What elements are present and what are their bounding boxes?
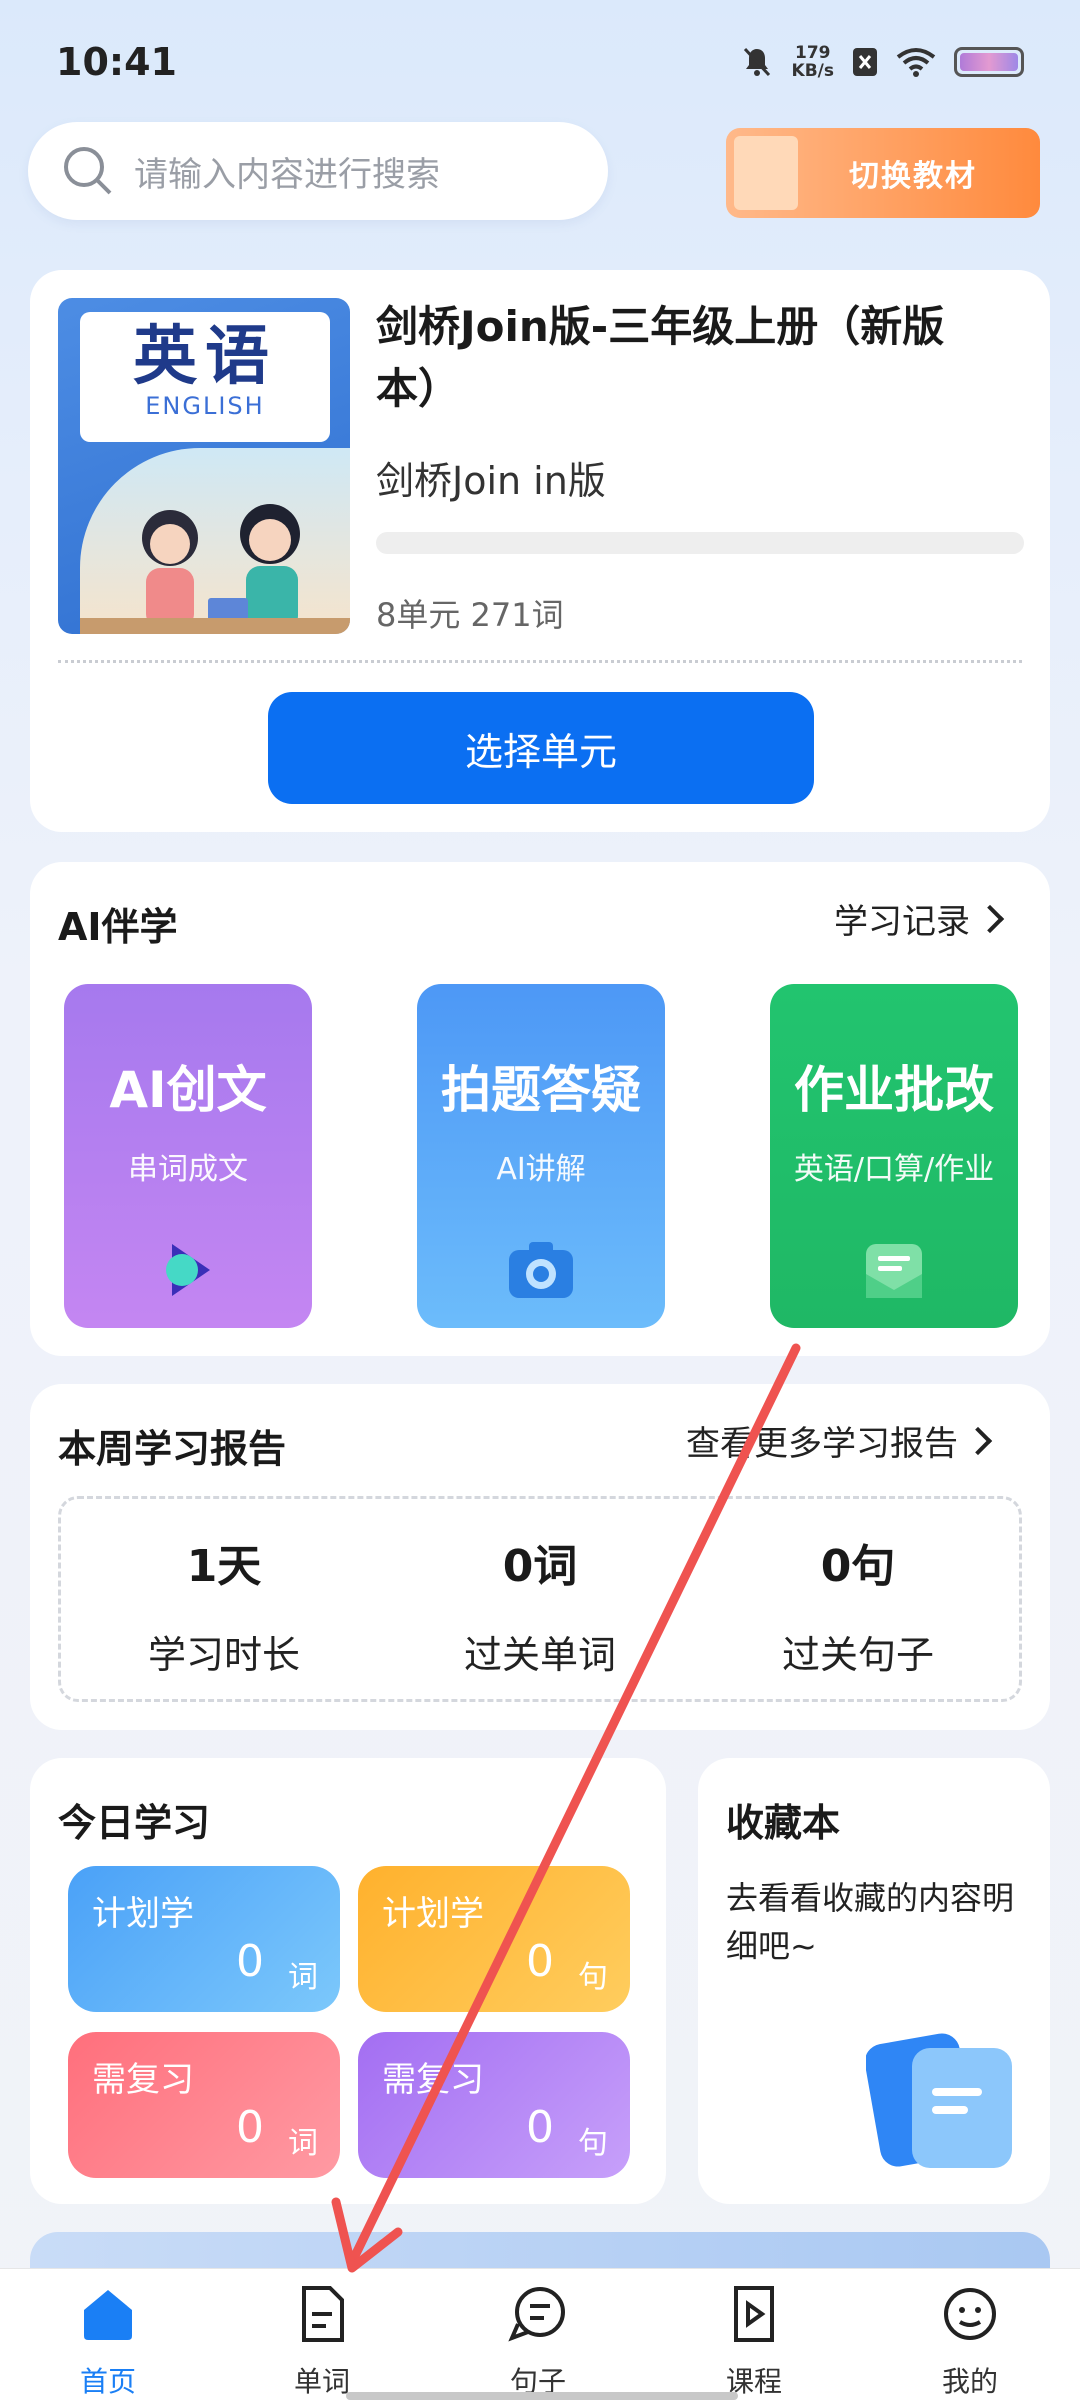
review-sentences-tile[interactable]: 需复习 0 句 [358, 2032, 630, 2178]
battery-icon [954, 47, 1024, 77]
document-icon [302, 2286, 344, 2342]
textbook-title: 剑桥Join版-三年级上册（新版本） [376, 302, 945, 413]
homework-grading-card[interactable]: 作业批改 英语/口算/作业 [770, 984, 1018, 1328]
status-icons: 179 KB/s [740, 44, 1024, 80]
stat-study-time: 1天 学习时长 [147, 1541, 300, 1677]
textbook-icon [734, 136, 798, 210]
plan-sentences-tile[interactable]: 计划学 0 句 [358, 1866, 630, 2012]
tab-profile[interactable]: 我的 [910, 2284, 1030, 2400]
study-record-link[interactable]: 学习记录 [834, 894, 1005, 943]
tab-courses[interactable]: 课程 [694, 2284, 814, 2400]
switch-textbook-button[interactable]: 切换教材 [726, 128, 1040, 218]
textbook-progress-bar [376, 532, 1024, 554]
face-icon [944, 2288, 996, 2340]
photo-question-card[interactable]: 拍题答疑 AI讲解 [417, 984, 665, 1328]
divider [58, 660, 1022, 663]
compose-logo-icon [166, 1244, 210, 1296]
search-input[interactable]: 请输入内容进行搜索 [28, 122, 608, 220]
ai-compose-card[interactable]: AI创文 串词成文 [64, 984, 312, 1328]
status-time: 10:41 [56, 40, 177, 84]
mute-bell-icon [743, 47, 770, 77]
tab-sentences[interactable]: 句子 [478, 2284, 598, 2400]
ai-section-title: AI伴学 [58, 905, 178, 949]
more-reports-link[interactable]: 查看更多学习报告 [686, 1416, 993, 1465]
network-speed: 179 KB/s [791, 43, 834, 81]
home-icon [84, 2290, 132, 2340]
weekly-report-title: 本周学习报告 [58, 1418, 324, 1473]
sim-icon [853, 48, 877, 76]
favorites-desc: 去看看收藏的内容明细吧~ [726, 1879, 1015, 1965]
chat-bubble-icon [508, 2287, 565, 2342]
envelope-icon [866, 1244, 922, 1298]
textbook-counts: 8单元 271词 [376, 596, 564, 634]
review-words-tile[interactable]: 需复习 0 词 [68, 2032, 340, 2178]
chevron-right-icon [975, 904, 1005, 933]
camera-icon [509, 1242, 573, 1298]
home-indicator [346, 2392, 738, 2400]
favorites-title: 收藏本 [726, 1801, 841, 1845]
plan-words-tile[interactable]: 计划学 0 词 [68, 1866, 340, 2012]
stat-passed-sentences: 0句 过关句子 [781, 1541, 934, 1677]
play-doc-icon [734, 2286, 774, 2342]
tab-home[interactable]: 首页 [48, 2284, 168, 2400]
chevron-right-icon [963, 1426, 993, 1455]
search-placeholder: 请输入内容进行搜索 [134, 154, 440, 195]
select-unit-button[interactable]: 选择单元 [268, 692, 814, 804]
wifi-icon [896, 48, 936, 77]
stat-passed-words: 0词 过关单词 [463, 1541, 616, 1677]
cover-illustration [80, 448, 350, 634]
favorites-book-icon [866, 2033, 1012, 2168]
search-icon [64, 147, 112, 195]
today-study-title: 今日学习 [58, 1801, 211, 1845]
textbook-cover[interactable]: 英语 ENGLISH [58, 298, 350, 634]
textbook-series: 剑桥Join in版 [376, 459, 606, 503]
tab-words[interactable]: 单词 [262, 2284, 382, 2400]
